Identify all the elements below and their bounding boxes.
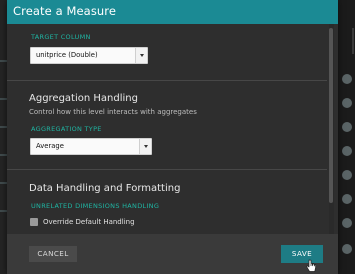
chevron-down-icon: [140, 54, 144, 57]
override-default-label[interactable]: Override Default Handling: [43, 218, 135, 226]
target-column-select[interactable]: unitprice (Double): [30, 47, 148, 64]
scrollbar-thumb[interactable]: [329, 28, 333, 203]
dialog-header: Create a Measure: [7, 0, 338, 24]
toolbar-icon[interactable]: [342, 244, 352, 254]
toolbar-icon[interactable]: [342, 122, 352, 132]
hand-cursor-icon: [306, 259, 316, 272]
data-handling-section-title: Data Handling and Formatting: [29, 183, 181, 194]
section-divider: [7, 169, 327, 170]
background-app-right-toolbar: [338, 0, 355, 274]
dialog-body[interactable]: TARGET COLUMN unitprice (Double) Aggrega…: [7, 24, 338, 234]
chevron-down-icon: [144, 145, 148, 148]
create-measure-dialog: Create a Measure TARGET COLUMN unitprice…: [7, 0, 338, 274]
unrelated-dimensions-label: UNRELATED DIMENSIONS HANDLING: [31, 202, 160, 210]
toolbar-icon[interactable]: [342, 98, 352, 108]
toolbar-icon[interactable]: [342, 218, 352, 228]
dialog-footer: CANCEL SAVE: [7, 234, 338, 274]
aggregation-type-value: Average: [36, 142, 64, 150]
toolbar-icon[interactable]: [342, 170, 352, 180]
toolbar-icon[interactable]: [342, 146, 352, 156]
aggregation-section-title: Aggregation Handling: [29, 93, 138, 104]
target-column-label: TARGET COLUMN: [31, 33, 91, 41]
aggregation-description: Control how this level interacts with ag…: [29, 108, 197, 116]
target-column-value: unitprice (Double): [36, 51, 98, 59]
select-arrow-box[interactable]: [139, 139, 151, 154]
aggregation-type-select[interactable]: Average: [30, 138, 152, 155]
cancel-button[interactable]: CANCEL: [29, 246, 77, 262]
select-arrow-box[interactable]: [135, 48, 147, 63]
section-divider: [7, 80, 327, 81]
override-default-checkbox[interactable]: [30, 218, 38, 226]
background-toolbar-bar: [352, 28, 354, 54]
toolbar-icon[interactable]: [342, 74, 352, 84]
dialog-title: Create a Measure: [13, 4, 117, 18]
aggregation-type-label: AGGREGATION TYPE: [31, 125, 102, 133]
toolbar-icon[interactable]: [342, 194, 352, 204]
